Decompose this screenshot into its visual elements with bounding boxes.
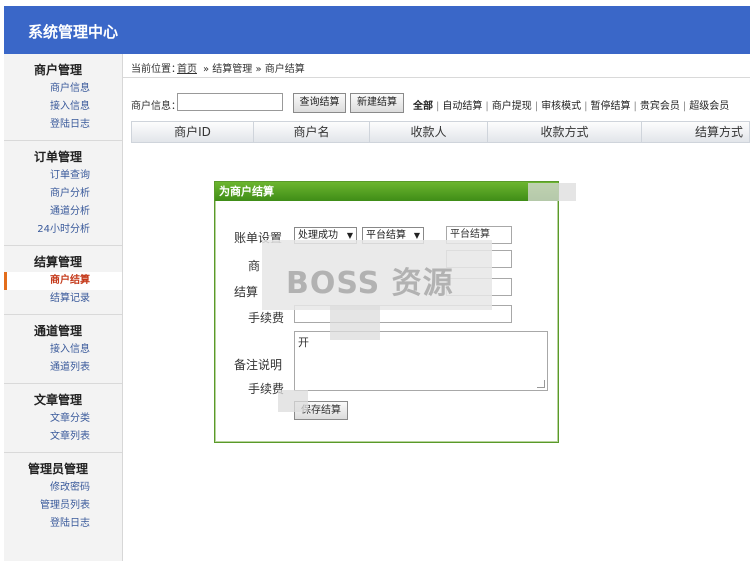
query-settlement-button[interactable]: 查询结算 (293, 93, 346, 113)
filter-super-link[interactable]: 超级会员 (689, 101, 729, 112)
column-header-payment-method[interactable]: 收款方式 (488, 122, 642, 142)
settlement-dialog: 为商户结算 账单设置 处理成功 ▼ 平台结算 ▼ 平台结算 商 结算 手续费 备注说… (214, 181, 559, 443)
sidebar-item-article-categories[interactable]: 文章分类 (4, 410, 122, 428)
sidebar-group-title[interactable]: 订单管理 (4, 147, 122, 167)
filter-vip-link[interactable]: 贵宾会员 (640, 101, 680, 112)
sidebar: 商户管理 商户信息 接入信息 登陆日志 订单管理 订单查询 商户分析 通道分析 … (4, 54, 123, 561)
sidebar-item-channel-list[interactable]: 通道列表 (4, 359, 122, 377)
filter-paused-link[interactable]: 暂停结算 (591, 101, 631, 112)
filter-auto-link[interactable]: 自动结算 (442, 101, 482, 112)
sidebar-group-title[interactable]: 文章管理 (4, 390, 122, 410)
sidebar-group-title[interactable]: 结算管理 (4, 252, 122, 272)
sidebar-group-orders: 订单管理 订单查询 商户分析 通道分析 24小时分析 (4, 141, 122, 246)
sidebar-group-merchant: 商户管理 商户信息 接入信息 登陆日志 (4, 54, 122, 141)
column-header-settlement-method[interactable]: 结算方式 (642, 122, 749, 142)
filter-withdraw-link[interactable]: 商户提现 (492, 101, 532, 112)
fee-label: 手续费 (248, 311, 285, 325)
divider: | (682, 101, 687, 112)
remark-textarea[interactable]: 开 (294, 331, 548, 391)
sidebar-group-articles: 文章管理 文章分类 文章列表 (4, 384, 122, 453)
watermark-smudge (330, 305, 380, 340)
filter-links: 全部 | 自动结算 | 商户提现 | 审核模式 | 暂停结算 | 贵宾会员 | 超级会员 (413, 97, 729, 112)
app-title: 系统管理中心 (28, 23, 119, 41)
top-header: 系统管理中心 (4, 6, 750, 54)
filter-all-link[interactable]: 全部 (413, 101, 433, 112)
sidebar-item-settlement-records[interactable]: 结算记录 (4, 290, 122, 308)
watermark: BOSS 资源 (262, 240, 492, 310)
sidebar-item-merchant-info[interactable]: 商户信息 (4, 80, 122, 98)
remark-text: 开 (298, 336, 309, 349)
divider: | (485, 101, 489, 112)
breadcrumb-home-link[interactable]: 首页 (177, 60, 197, 75)
sidebar-group-title[interactable]: 商户管理 (4, 60, 122, 80)
column-header-merchant-id[interactable]: 商户ID (132, 122, 254, 142)
table-header: 商户ID 商户名 收款人 收款方式 结算方式 (131, 121, 750, 143)
divider: | (534, 101, 539, 112)
breadcrumb-label: 当前位置： (131, 64, 181, 75)
sidebar-item-merchant-settlement[interactable]: 商户结算 (4, 272, 122, 290)
page: 系统管理中心 商户管理 商户信息 接入信息 登陆日志 订单管理 订单查询 商户分… (0, 0, 750, 561)
column-header-merchant-name[interactable]: 商户名 (254, 122, 370, 142)
merchant-info-input[interactable] (177, 93, 283, 111)
sidebar-item-login-log[interactable]: 登陆日志 (4, 116, 122, 134)
sidebar-item-access-info[interactable]: 接入信息 (4, 98, 122, 116)
sidebar-item-merchant-analysis[interactable]: 商户分析 (4, 185, 122, 203)
watermark-text: BOSS 资源 (286, 266, 454, 301)
divider: | (436, 101, 440, 112)
sidebar-group-channels: 通道管理 接入信息 通道列表 (4, 315, 122, 384)
column-header-payee[interactable]: 收款人 (370, 122, 488, 142)
settlement-amount-label: 结算 (234, 285, 259, 299)
remark-label: 备注说明 (234, 358, 283, 372)
filter-review-link[interactable]: 审核模式 (541, 101, 581, 112)
divider: | (584, 101, 588, 112)
watermark-smudge (278, 390, 308, 412)
sidebar-item-24h-analysis[interactable]: 24小时分析 (4, 221, 122, 239)
new-settlement-button[interactable]: 新建结算 (350, 93, 404, 113)
dialog-title: 为商户结算 (215, 182, 558, 201)
sidebar-item-change-password[interactable]: 修改密码 (4, 479, 122, 497)
sidebar-group-settlement: 结算管理 商户结算 结算记录 (4, 246, 122, 315)
watermark-smudge (528, 183, 576, 201)
sidebar-item-admin-list[interactable]: 管理员列表 (4, 497, 122, 515)
breadcrumb-path: » 结算管理 » 商户结算 (203, 64, 305, 75)
resize-grip-icon[interactable] (537, 380, 545, 388)
dialog-body: 账单设置 处理成功 ▼ 平台结算 ▼ 平台结算 商 结算 手续费 备注说明 手续费 … (215, 201, 558, 442)
merchant-info-label: 商户信息： (131, 101, 181, 112)
sidebar-item-channel-analysis[interactable]: 通道分析 (4, 203, 122, 221)
breadcrumb: 当前位置： 首页 » 结算管理 » 商户结算 (123, 54, 750, 78)
sidebar-group-admins: 管理员管理 修改密码 管理员列表 登陆日志 (4, 453, 122, 539)
sidebar-item-article-list[interactable]: 文章列表 (4, 428, 122, 446)
sidebar-group-title[interactable]: 通道管理 (4, 321, 122, 341)
merchant-label: 商 (248, 259, 261, 273)
divider: | (633, 101, 637, 112)
sidebar-item-order-query[interactable]: 订单查询 (4, 167, 122, 185)
sidebar-group-title[interactable]: 管理员管理 (4, 459, 122, 479)
sidebar-item-admin-login-log[interactable]: 登陆日志 (4, 515, 122, 533)
sidebar-item-channel-access[interactable]: 接入信息 (4, 341, 122, 359)
